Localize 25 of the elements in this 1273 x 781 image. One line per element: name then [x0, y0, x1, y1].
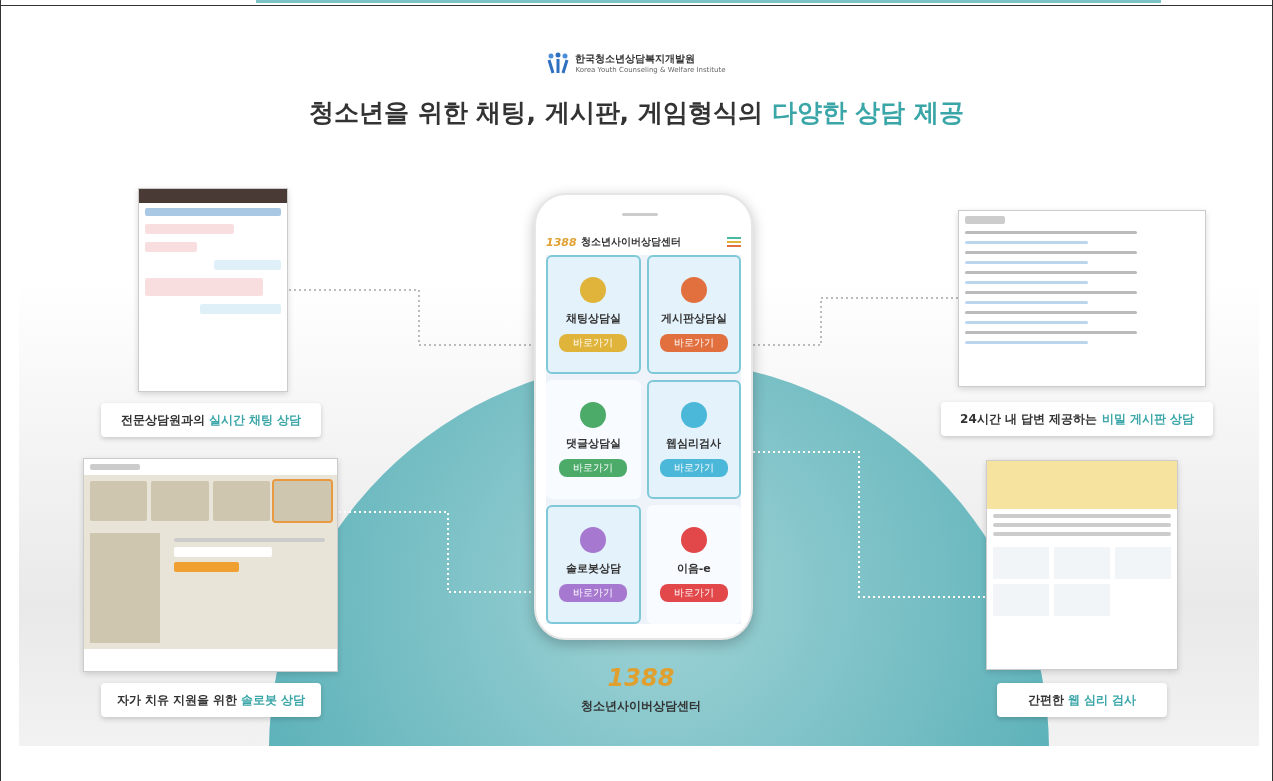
service-card[interactable]: 게시판상담실 바로가기: [646, 255, 741, 374]
feature-caption: 전문상담원과의 실시간 채팅 상담: [101, 403, 321, 437]
people-logo-icon: [547, 52, 570, 74]
app-title: 청소년사이버상담센터: [580, 235, 682, 249]
go-button[interactable]: 바로가기: [659, 584, 728, 602]
card-title: 채팅상담실: [565, 311, 621, 326]
org-name: 한국청소년상담복지개발원: [575, 52, 697, 66]
card-title: 이음-e: [676, 561, 711, 576]
card-title: 댓글상담실: [565, 436, 621, 451]
service-card[interactable]: 댓글상담실 바로가기: [546, 380, 641, 499]
feature-caption: 자가 치유 지원을 위한 솔로봇 상담: [101, 683, 321, 717]
service-card[interactable]: 이음-e 바로가기: [646, 505, 741, 624]
menu-icon[interactable]: [727, 237, 741, 247]
feature-caption: 24시간 내 답변 제공하는 비밀 게시판 상담: [941, 402, 1213, 436]
card-title: 솔로봇상담: [565, 561, 621, 576]
center-name: 청소년사이버상담센터: [581, 698, 701, 715]
app-logo: 1388: [546, 235, 577, 249]
service-card[interactable]: 솔로봇상담 바로가기: [546, 505, 641, 624]
service-card[interactable]: 웹심리검사 바로가기: [646, 380, 741, 499]
service-card[interactable]: 채팅상담실 바로가기: [546, 255, 641, 374]
card-title: 웹심리검사: [666, 436, 722, 451]
headline: 청소년을 위한 채팅, 게시판, 게임형식의 다양한 상담 제공: [309, 97, 964, 129]
card-title: 게시판상담실: [660, 311, 727, 326]
feature-caption: 간편한 웹 심리 검사: [997, 683, 1167, 717]
footer-logo: 1388: [607, 664, 675, 692]
